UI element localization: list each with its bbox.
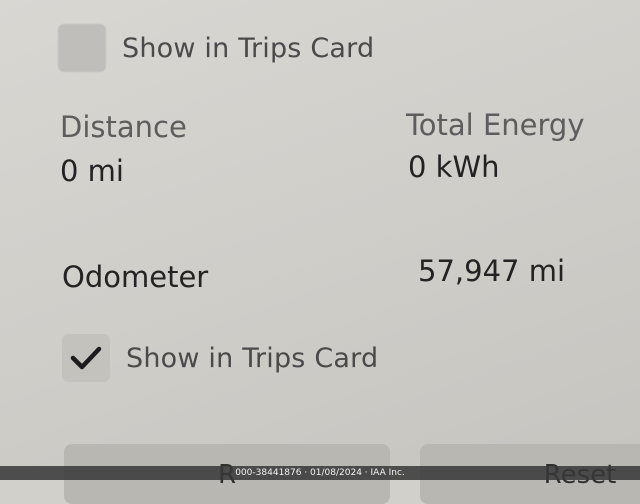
- distance-label: Distance: [60, 110, 187, 144]
- total-energy-label: Total Energy: [406, 108, 585, 142]
- odometer-label: Odometer: [62, 260, 209, 294]
- distance-value: 0 mi: [60, 154, 124, 188]
- checkmark-icon: [70, 346, 102, 370]
- trips-screen: Show in Trips Card Distance 0 mi Total E…: [0, 0, 640, 504]
- trip-a-checkbox[interactable]: [58, 24, 106, 72]
- watermark-bar: 000-38441876 · 01/08/2024 · IAA Inc.: [0, 466, 640, 480]
- odometer-value: 57,947 mi: [418, 254, 565, 288]
- total-energy-value: 0 kWh: [408, 150, 500, 184]
- odometer-checkbox-label: Show in Trips Card: [126, 342, 379, 374]
- odometer-checkbox[interactable]: [62, 334, 110, 382]
- trip-a-checkbox-label: Show in Trips Card: [122, 32, 375, 64]
- trip-a-show-in-trips-card[interactable]: Show in Trips Card: [58, 24, 374, 72]
- odometer-show-in-trips-card[interactable]: Show in Trips Card: [62, 334, 378, 382]
